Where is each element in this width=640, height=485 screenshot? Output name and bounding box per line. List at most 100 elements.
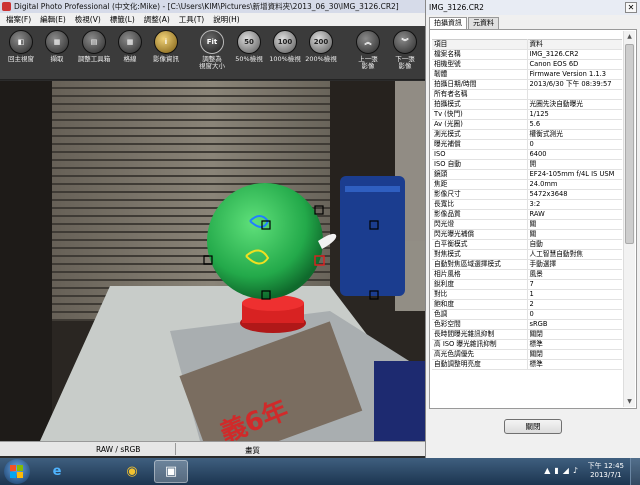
photo-svg: 義6年 xyxy=(0,81,425,441)
row-value: 關閉 xyxy=(527,349,622,360)
menu-label[interactable]: 標籤(L) xyxy=(110,14,135,25)
row-value xyxy=(527,89,622,100)
info-scrollbar[interactable]: ▲ ▼ xyxy=(623,31,635,407)
image-info-button[interactable]: i 影像資訊 xyxy=(147,30,185,63)
menu-view[interactable]: 檢視(V) xyxy=(75,14,101,25)
row-value: Firmware Version 1.1.3 xyxy=(527,69,622,80)
row-value: 標準 xyxy=(527,359,622,370)
row-value: 5472x3648 xyxy=(527,189,622,200)
table-row[interactable]: 飽和度 2 xyxy=(432,299,622,310)
row-key: 所有者名稱 xyxy=(432,89,528,100)
chrome-icon[interactable]: ◉ xyxy=(115,460,149,483)
row-value: 自動 xyxy=(527,239,622,250)
show-desktop-button[interactable] xyxy=(630,458,640,485)
table-row[interactable]: 韌體 Firmware Version 1.1.3 xyxy=(432,69,622,80)
row-value: 2013/6/30 下午 08:39:57 xyxy=(527,79,622,90)
clock[interactable]: 下午 12:45 2013/7/1 xyxy=(588,462,624,480)
capture-icon: ▦ xyxy=(45,30,69,54)
table-row[interactable]: Tv (快門) 1/125 xyxy=(432,109,622,120)
table-row[interactable]: 相片風格 風景 xyxy=(432,269,622,280)
row-value: 24.0mm xyxy=(527,179,622,190)
menu-adjust[interactable]: 調整(A) xyxy=(144,14,170,25)
row-value: 1 xyxy=(527,289,622,300)
row-key: 飽和度 xyxy=(432,299,528,310)
table-row[interactable]: 影像品質 RAW xyxy=(432,209,622,220)
menu-help[interactable]: 說明(H) xyxy=(213,14,240,25)
table-row[interactable]: 對焦模式 人工智慧自動對焦 xyxy=(432,249,622,260)
clock-date: 2013/7/1 xyxy=(590,471,622,479)
table-row[interactable]: ISO 6400 xyxy=(432,149,622,160)
table-row[interactable]: 拍攝日期/時間 2013/6/30 下午 08:39:57 xyxy=(432,79,622,90)
table-row[interactable]: 相機型號 Canon EOS 6D xyxy=(432,59,622,70)
previous-image-button[interactable]: ︽ 上一張 影像 xyxy=(349,30,387,70)
zoom-100-button[interactable]: 100 100%檢視 xyxy=(266,30,304,63)
table-row[interactable]: 白平衡模式 自動 xyxy=(432,239,622,250)
row-value: 關 xyxy=(527,219,622,230)
table-row[interactable]: 閃光燈關 xyxy=(432,219,622,230)
panel-title: IMG_3126.CR2 xyxy=(429,3,484,12)
system-tray[interactable]: ▲▮◢♪ xyxy=(544,466,582,475)
scroll-up-icon[interactable]: ▲ xyxy=(624,31,635,42)
table-row[interactable]: 長時間曝光雜訊抑制 關閉 xyxy=(432,329,622,340)
fit-window-label: 調整為 視窗大小 xyxy=(199,55,225,70)
row-key: 自動調整明亮度 xyxy=(432,359,528,370)
row-value: 關閉 xyxy=(527,329,622,340)
table-row[interactable]: 對比 1 xyxy=(432,289,622,300)
table-row[interactable]: 所有者名稱 xyxy=(432,89,622,100)
row-key: 色調 xyxy=(432,309,528,320)
scroll-thumb[interactable] xyxy=(625,44,634,244)
menu-file[interactable]: 檔案(F) xyxy=(6,14,31,25)
table-row[interactable]: 檔案名稱 IMG_3126.CR2 xyxy=(432,49,622,60)
tab-metadata[interactable]: 元資料 xyxy=(468,17,499,29)
scroll-down-icon[interactable]: ▼ xyxy=(624,396,635,407)
table-row[interactable]: 長寬比 3:2 xyxy=(432,199,622,210)
table-row[interactable]: 曝光補償 0 xyxy=(432,139,622,150)
table-row[interactable]: Av (光圈) 5.6 xyxy=(432,119,622,130)
close-button[interactable]: 關閉 xyxy=(504,419,562,434)
table-row[interactable]: 拍攝模式 光圈先決自動曝光 xyxy=(432,99,622,110)
dpp-taskbar-icon[interactable]: ▣ xyxy=(154,460,188,483)
grid-button[interactable]: ▦ 格線 xyxy=(111,30,149,63)
zoom-50-button[interactable]: 50 50%檢視 xyxy=(230,30,268,63)
row-value: 光圈先決自動曝光 xyxy=(527,99,622,110)
table-row[interactable]: 銳利度 7 xyxy=(432,279,622,290)
tool-palette-button[interactable]: ▤ 調整工具箱 xyxy=(75,30,113,63)
menu-edit[interactable]: 編輯(E) xyxy=(40,14,66,25)
table-row[interactable]: 鏡頭 EF24-105mm f/4L IS USM xyxy=(432,169,622,180)
start-button[interactable] xyxy=(4,459,30,484)
row-value: 0 xyxy=(527,309,622,320)
row-key: ISO xyxy=(432,149,528,160)
main-window-button[interactable]: ◧ 回主視窗 xyxy=(2,30,40,63)
table-row[interactable]: 測光模式 權衡式測光 xyxy=(432,129,622,140)
table-row[interactable]: 焦距 24.0mm xyxy=(432,179,622,190)
next-image-button[interactable]: ︾ 下一張 影像 xyxy=(386,30,424,70)
grid-label: 格線 xyxy=(123,55,137,63)
table-row[interactable]: 自動調整明亮度 標準 xyxy=(432,359,622,370)
capture-button[interactable]: ▦ 擷取 xyxy=(38,30,76,63)
close-icon[interactable]: ✕ xyxy=(625,2,637,13)
row-key: 相機型號 xyxy=(432,59,528,70)
zoom-200-button[interactable]: 200 200%檢視 xyxy=(302,30,340,63)
table-row[interactable]: 色調 0 xyxy=(432,309,622,320)
image-preview[interactable]: 義6年 xyxy=(0,81,425,441)
chevron-down-icon: ︾ xyxy=(393,30,417,54)
fit-window-button[interactable]: Fit 調整為 視窗大小 xyxy=(193,30,231,70)
table-row[interactable]: 自動對焦區域選擇模式 手動選擇 xyxy=(432,259,622,270)
row-key: 銳利度 xyxy=(432,279,528,290)
row-value: EF24-105mm f/4L IS USM xyxy=(527,169,622,180)
row-value: 5.6 xyxy=(527,119,622,130)
zoom-200-icon: 200 xyxy=(309,30,333,54)
table-row[interactable]: 高光色調優先 關閉 xyxy=(432,349,622,360)
row-key: 拍攝模式 xyxy=(432,99,528,110)
previous-image-label: 上一張 影像 xyxy=(358,55,378,70)
row-value: 2 xyxy=(527,299,622,310)
row-value: 7 xyxy=(527,279,622,290)
table-row[interactable]: 閃光曝光補償關 xyxy=(432,229,622,240)
table-header: 項目 資料 xyxy=(432,39,622,50)
internet-explorer-icon[interactable]: e xyxy=(40,460,74,483)
table-row[interactable]: ISO 自動開 xyxy=(432,159,622,170)
table-row[interactable]: 影像尺寸 5472x3648 xyxy=(432,189,622,200)
menu-tools[interactable]: 工具(T) xyxy=(179,14,204,25)
table-row[interactable]: 色彩空間 sRGB xyxy=(432,319,622,330)
table-row[interactable]: 高 ISO 曝光雜訊抑制 標準 xyxy=(432,339,622,350)
